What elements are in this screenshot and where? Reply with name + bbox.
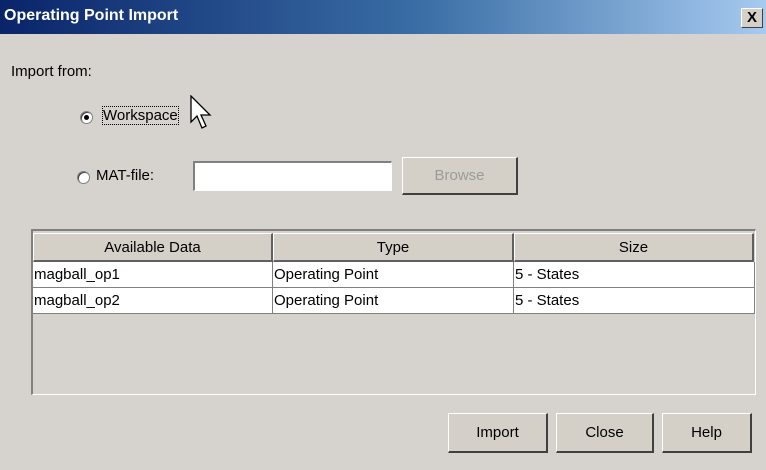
cell-type: Operating Point	[273, 262, 514, 288]
column-header-available-data[interactable]: Available Data	[33, 233, 273, 262]
workspace-radio-label[interactable]: Workspace	[102, 106, 179, 125]
cell-type: Operating Point	[273, 288, 514, 314]
mouse-pointer-icon	[190, 95, 212, 129]
import-button[interactable]: Import	[448, 413, 548, 453]
workspace-radio[interactable]	[80, 111, 93, 124]
matfile-radio-label[interactable]: MAT-file:	[96, 167, 154, 184]
close-window-button[interactable]: X	[741, 8, 763, 28]
cell-available-data: magball_op1	[33, 262, 273, 288]
column-header-type[interactable]: Type	[273, 233, 514, 262]
radio-selected-dot	[84, 115, 89, 120]
matfile-path-input[interactable]	[193, 161, 392, 191]
table-row[interactable]: magball_op1 Operating Point 5 - States	[33, 262, 755, 288]
matfile-radio[interactable]	[77, 171, 90, 184]
window-title: Operating Point Import	[4, 7, 179, 24]
column-header-size[interactable]: Size	[514, 233, 754, 262]
import-from-label: Import from:	[11, 63, 92, 80]
cell-size: 5 - States	[514, 288, 755, 314]
table-row[interactable]: magball_op2 Operating Point 5 - States	[33, 288, 755, 314]
browse-button[interactable]: Browse	[402, 157, 518, 195]
title-bar: Operating Point Import X	[0, 0, 766, 34]
available-data-table: Available Data Type Size magball_op1 Ope…	[31, 229, 756, 395]
help-button[interactable]: Help	[662, 413, 752, 453]
close-button[interactable]: Close	[556, 413, 654, 453]
cell-size: 5 - States	[514, 262, 755, 288]
cell-available-data: magball_op2	[33, 288, 273, 314]
